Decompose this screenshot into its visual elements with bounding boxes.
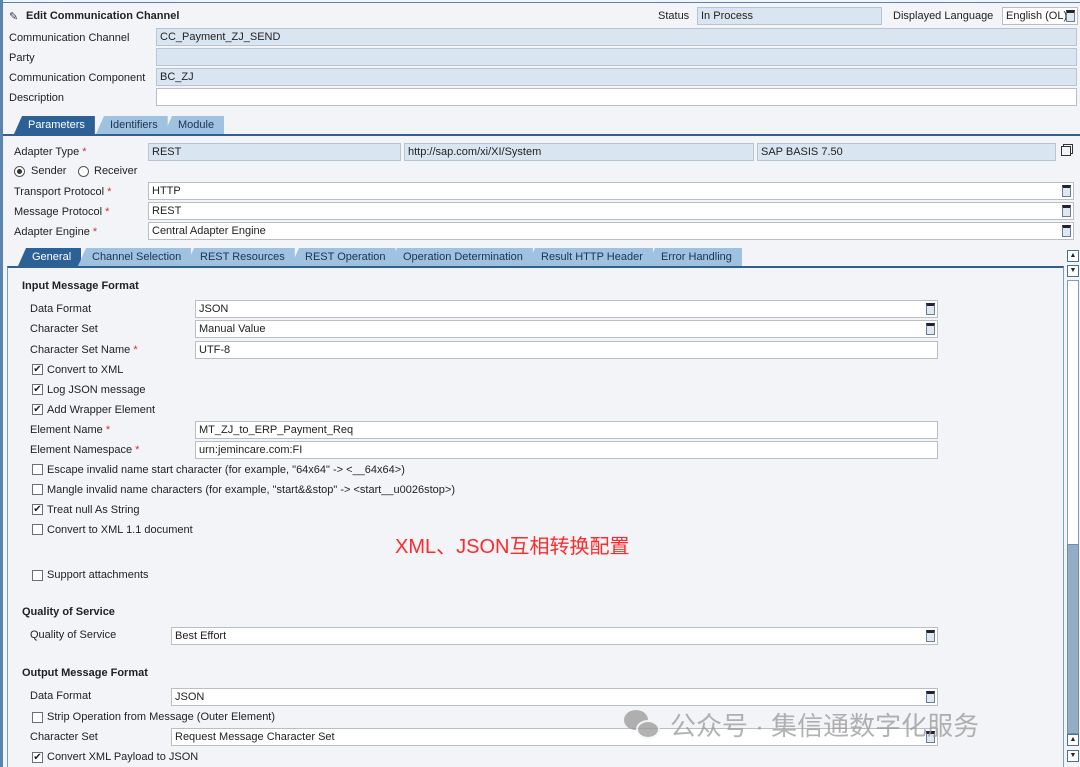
scrollbar-thumb[interactable] bbox=[1067, 544, 1079, 734]
subtab-operation-determination[interactable]: Operation Determination bbox=[389, 248, 533, 266]
component-field: BC_ZJ bbox=[156, 68, 1077, 86]
engine-select[interactable]: Central Adapter Engine bbox=[148, 222, 1074, 240]
subtab-channel-selection[interactable]: Channel Selection bbox=[78, 248, 192, 266]
qos-select[interactable]: Best Effort bbox=[171, 627, 938, 645]
party-label: Party bbox=[9, 52, 35, 64]
element-ns-label: Element Namespace * bbox=[30, 444, 140, 456]
convert-json-label: Convert XML Payload to JSON bbox=[47, 751, 199, 763]
output-format-heading: Output Message Format bbox=[22, 667, 148, 679]
strip-operation-checkbox[interactable] bbox=[32, 712, 43, 723]
status-field: In Process bbox=[697, 7, 882, 25]
support-attachments-checkbox[interactable] bbox=[32, 570, 43, 581]
element-ns-input[interactable]: urn:jemincare.com:FI bbox=[195, 441, 938, 459]
cc-label: Communication Channel bbox=[9, 32, 130, 44]
tab-identifiers[interactable]: Identifiers bbox=[96, 116, 168, 134]
sender-radio[interactable] bbox=[14, 166, 25, 177]
party-field bbox=[156, 48, 1077, 66]
scroll-down-button-bottom[interactable]: ▼ bbox=[1067, 750, 1079, 762]
convert-xml-label: Convert to XML bbox=[47, 364, 124, 376]
scroll-up-button[interactable]: ▲ bbox=[1067, 250, 1079, 262]
dropdown-icon[interactable] bbox=[926, 630, 935, 642]
dropdown-icon[interactable] bbox=[926, 323, 935, 335]
convert-json-checkbox[interactable]: ✔ bbox=[32, 752, 43, 763]
log-json-checkbox[interactable]: ✔ bbox=[32, 384, 43, 395]
language-select[interactable]: English (OL) bbox=[1002, 7, 1078, 25]
component-label: Communication Component bbox=[9, 72, 146, 84]
charset-label: Character Set bbox=[30, 323, 98, 335]
engine-label: Adapter Engine * bbox=[14, 226, 98, 238]
mangle-checkbox[interactable] bbox=[32, 484, 43, 495]
watermark-text: 公众号 · 集信通数字化服务 bbox=[670, 711, 980, 741]
add-wrapper-label: Add Wrapper Element bbox=[47, 404, 156, 416]
sender-label: Sender bbox=[31, 165, 67, 177]
output-charset-label: Character Set bbox=[30, 731, 98, 743]
left-border bbox=[0, 0, 3, 767]
scroll-up-button-bottom[interactable]: ▲ bbox=[1067, 734, 1079, 746]
top-border bbox=[0, 2, 1080, 3]
data-format-label: Data Format bbox=[30, 303, 92, 315]
dropdown-icon[interactable] bbox=[926, 303, 935, 315]
subtab-result-http-header[interactable]: Result HTTP Header bbox=[527, 248, 653, 266]
wechat-icon bbox=[624, 709, 662, 740]
charset-name-input[interactable]: UTF-8 bbox=[195, 341, 938, 359]
transport-select[interactable]: HTTP bbox=[148, 182, 1074, 200]
receiver-radio[interactable] bbox=[78, 166, 89, 177]
treat-null-label: Treat null As String bbox=[47, 504, 140, 516]
mangle-label: Mangle invalid name characters (for exam… bbox=[47, 484, 455, 496]
dropdown-icon[interactable] bbox=[1066, 10, 1075, 22]
element-name-label: Element Name * bbox=[30, 424, 111, 436]
escape-label: Escape invalid name start character (for… bbox=[47, 464, 405, 476]
subtab-general[interactable]: General bbox=[18, 248, 82, 266]
scroll-down-button[interactable]: ▼ bbox=[1067, 265, 1079, 277]
transport-label: Transport Protocol * bbox=[14, 186, 112, 198]
cc-field: CC_Payment_ZJ_SEND bbox=[156, 28, 1077, 46]
adapter-type-label: Adapter Type * bbox=[14, 146, 87, 158]
tab-divider bbox=[3, 134, 1080, 136]
add-wrapper-checkbox[interactable]: ✔ bbox=[32, 404, 43, 415]
output-data-format-label: Data Format bbox=[30, 690, 92, 702]
adapter-namespace-field: http://sap.com/xi/XI/System bbox=[404, 143, 754, 161]
qos-heading: Quality of Service bbox=[22, 606, 115, 618]
input-format-heading: Input Message Format bbox=[22, 280, 139, 292]
subtab-error-handling[interactable]: Error Handling bbox=[647, 248, 742, 266]
adapter-swcv-field: SAP BASIS 7.50 bbox=[757, 143, 1056, 161]
message-select[interactable]: REST bbox=[148, 202, 1074, 220]
status-label: Status bbox=[658, 10, 690, 22]
escape-checkbox[interactable] bbox=[32, 464, 43, 475]
page-title: Edit Communication Channel bbox=[26, 10, 180, 22]
charset-name-label: Character Set Name * bbox=[30, 344, 138, 356]
dropdown-icon[interactable] bbox=[1062, 225, 1071, 237]
dropdown-icon[interactable] bbox=[1062, 185, 1071, 197]
message-label: Message Protocol * bbox=[14, 206, 110, 218]
dropdown-icon[interactable] bbox=[926, 691, 935, 703]
watermark: 公众号 · 集信通数字化服务 bbox=[624, 706, 979, 743]
log-json-label: Log JSON message bbox=[47, 384, 146, 396]
qos-label: Quality of Service bbox=[30, 629, 117, 641]
xml11-label: Convert to XML 1.1 document bbox=[47, 524, 193, 536]
xml11-checkbox[interactable] bbox=[32, 524, 43, 535]
subtab-rest-operation[interactable]: REST Operation bbox=[291, 248, 396, 266]
dropdown-icon[interactable] bbox=[1062, 205, 1071, 217]
tab-parameters[interactable]: Parameters bbox=[14, 116, 95, 134]
tab-module[interactable]: Module bbox=[164, 116, 225, 134]
element-name-input[interactable]: MT_ZJ_to_ERP_Payment_Req bbox=[195, 421, 938, 439]
output-data-format-select[interactable]: JSON bbox=[171, 688, 938, 706]
channel-icon: ✎ bbox=[9, 11, 19, 23]
description-input[interactable] bbox=[156, 88, 1077, 106]
subtab-rest-resources[interactable]: REST Resources bbox=[186, 248, 295, 266]
annotation-text: XML、JSON互相转换配置 bbox=[395, 536, 630, 558]
treat-null-checkbox[interactable]: ✔ bbox=[32, 504, 43, 515]
language-value: English (OL) bbox=[1006, 10, 1068, 22]
open-window-icon[interactable] bbox=[1061, 146, 1071, 156]
receiver-label: Receiver bbox=[94, 165, 138, 177]
strip-operation-label: Strip Operation from Message (Outer Elem… bbox=[47, 711, 276, 723]
convert-xml-checkbox[interactable]: ✔ bbox=[32, 364, 43, 375]
language-label: Displayed Language bbox=[893, 10, 994, 22]
charset-select[interactable]: Manual Value bbox=[195, 320, 938, 338]
support-attachments-label: Support attachments bbox=[47, 569, 149, 581]
adapter-type-field: REST bbox=[148, 143, 401, 161]
data-format-select[interactable]: JSON bbox=[195, 300, 938, 318]
description-label: Description bbox=[9, 92, 65, 104]
